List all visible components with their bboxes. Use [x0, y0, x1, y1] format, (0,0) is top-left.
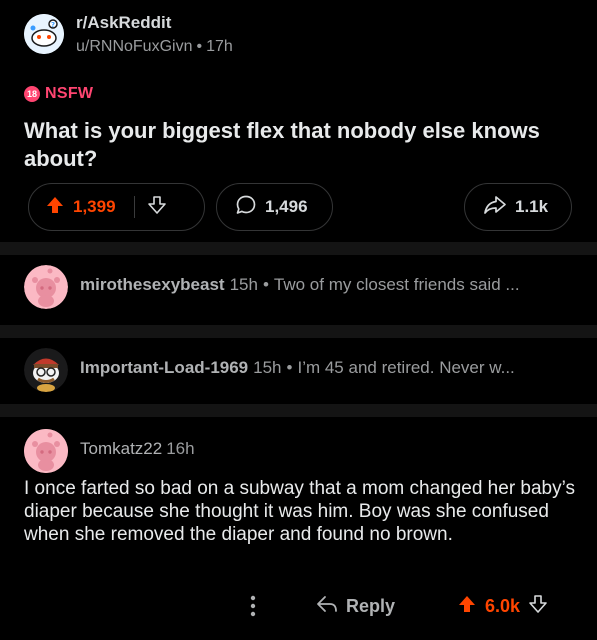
reply-arrow-icon — [316, 594, 338, 619]
comment-snippet: Two of my closest friends said ... — [273, 275, 520, 294]
comment-summary: mirothesexybeast 15h • Two of my closest fr… — [80, 275, 580, 295]
post-title: What is your biggest flex that nobody el… — [24, 118, 540, 171]
section-divider — [0, 404, 597, 417]
comments-button[interactable]: 1,496 — [216, 183, 333, 231]
comment-header: Tomkatz22 16h — [80, 439, 195, 459]
comment-age: 16h — [166, 439, 195, 458]
comment-score: 6.0k — [485, 596, 521, 616]
nsfw-tag: 18 NSFW — [24, 83, 93, 105]
subreddit-avatar[interactable]: ? — [24, 14, 64, 54]
comment-summary: Important-Load-1969 15h • I’m 45 and retire… — [80, 358, 580, 378]
comment-author[interactable]: Important-Load-1969 — [80, 358, 248, 377]
comment-body: I once farted so bad on a subway that a … — [24, 478, 575, 545]
downvote-icon[interactable] — [147, 195, 167, 220]
nsfw-18-icon: 18 — [24, 86, 40, 102]
share-arrow-icon — [483, 194, 507, 221]
comment-vote: 6.0k — [457, 594, 548, 619]
share-button[interactable]: 1.1k — [464, 183, 572, 231]
comment-author[interactable]: Tomkatz22 — [80, 439, 162, 458]
post-comment-count: 1,496 — [265, 197, 308, 216]
collapsed-comment[interactable]: mirothesexybeast 15h • Two of my closest fr… — [0, 257, 597, 313]
section-divider — [0, 325, 597, 338]
vote-divider — [133, 196, 135, 218]
post-share-count: 1.1k — [515, 197, 549, 216]
meta-separator: • — [196, 38, 203, 55]
avatar[interactable] — [24, 265, 68, 309]
downvote-icon[interactable] — [528, 594, 548, 619]
comment-actions: Reply 6.0k — [0, 591, 597, 623]
meta-separator: • — [286, 358, 293, 377]
vote-pill: 1,399 — [28, 183, 205, 231]
collapsed-comment[interactable]: Important-Load-1969 15h • I’m 45 and retire… — [0, 340, 597, 396]
askreddit-icon: ? — [24, 14, 64, 54]
comment-snippet: I’m 45 and retired. Never w... — [297, 358, 515, 377]
snoo-avatar-icon — [24, 265, 68, 309]
comment-age: 15h — [229, 275, 258, 294]
svg-text:?: ? — [51, 21, 55, 29]
reply-button[interactable]: Reply — [316, 594, 395, 619]
avatar[interactable] — [24, 348, 68, 392]
post-header: ? r/AskReddit u/RNNoFuxGivn • 17h — [24, 12, 584, 58]
upvote-icon[interactable] — [457, 594, 477, 619]
meta-separator: • — [262, 275, 269, 294]
comment-age: 15h — [253, 358, 282, 377]
post-upvote-count: 1,399 — [73, 197, 116, 216]
section-divider — [0, 242, 597, 255]
upvote-icon[interactable] — [45, 195, 65, 220]
custom-snoo-avatar-icon — [24, 348, 68, 392]
comment-author[interactable]: mirothesexybeast — [80, 275, 225, 294]
avatar[interactable] — [24, 429, 68, 473]
post-author[interactable]: u/RNNoFuxGivn — [76, 38, 192, 55]
more-options-icon[interactable] — [248, 593, 258, 619]
nsfw-label: NSFW — [45, 85, 94, 102]
post-action-bar: 1,399 1,496 1.1k — [0, 183, 597, 233]
subreddit-name[interactable]: r/AskReddit — [76, 13, 171, 33]
comment: Tomkatz22 16h I once farted so bad on a s… — [0, 421, 597, 640]
post-meta: u/RNNoFuxGivn • 17h — [76, 38, 233, 56]
post-age: 17h — [206, 38, 233, 55]
comment-bubble-icon — [235, 194, 257, 221]
reply-label: Reply — [346, 596, 396, 616]
snoo-avatar-icon — [24, 429, 68, 473]
